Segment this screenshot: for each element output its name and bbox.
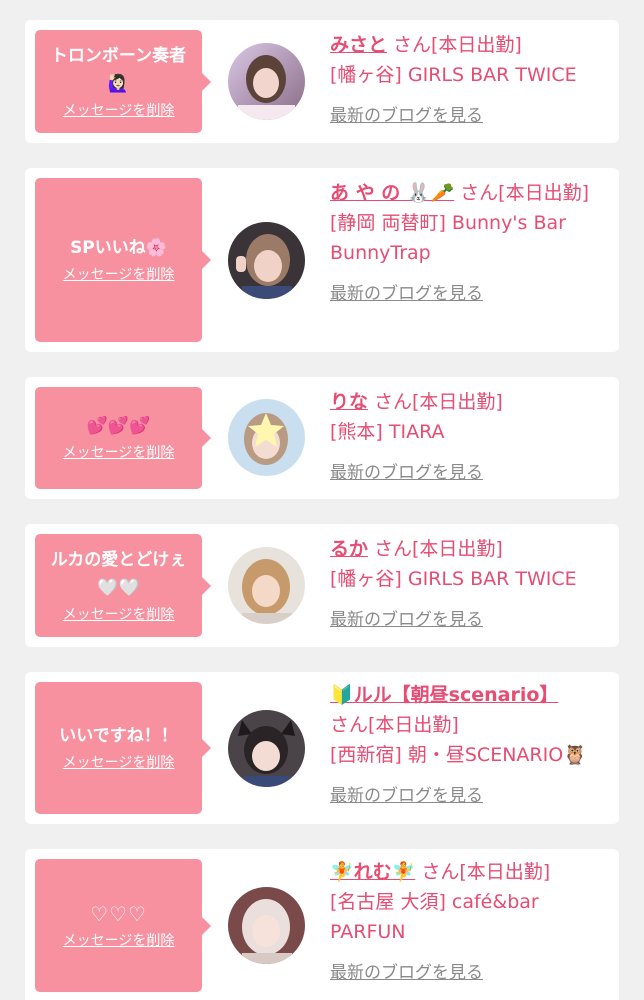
message-emoji: 🤍🤍: [97, 577, 140, 598]
shop-name: [幡ヶ谷] GIRLS BAR TWICE: [330, 64, 577, 86]
cast-status: さん[本日出勤]: [421, 861, 551, 883]
cast-status: さん[本日出勤]: [374, 391, 503, 413]
shop-name: [静岡 両替町] Bunny's Bar BunnyTrap: [330, 212, 566, 264]
delete-message-link[interactable]: メッセージを削除: [63, 442, 175, 464]
latest-blog-link[interactable]: 最新のブログを見る: [330, 279, 600, 309]
latest-blog-link[interactable]: 最新のブログを見る: [330, 781, 600, 811]
cast-name-link[interactable]: りな: [330, 391, 368, 413]
message-text: ルカの愛とどけぇ: [50, 549, 187, 570]
delete-message-link[interactable]: メッセージを削除: [63, 264, 175, 286]
cast-info: 🔰ルル【朝昼scenario】 さん[本日出勤] [西新宿] 朝・昼SCENAR…: [330, 680, 600, 811]
message-card: SPいいね🌸 メッセージを削除 あ や の 🐰🥕 さん[本日出勤] [静岡 両替町…: [25, 168, 619, 352]
message-bubble: トロンボーン奏者 🙋🏻‍♀️ メッセージを削除: [35, 30, 211, 133]
avatar-photo: [228, 399, 305, 476]
avatar[interactable]: [228, 43, 305, 120]
message-text: トロンボーン奏者: [50, 45, 187, 66]
latest-blog-link[interactable]: 最新のブログを見る: [330, 958, 600, 988]
latest-blog-link[interactable]: 最新のブログを見る: [330, 101, 600, 131]
cast-status: さん[本日出勤]: [374, 538, 503, 560]
message-card: 💕💕💕 メッセージを削除 りな さん[本日出勤] [熊本] TIARA 最新のブロ…: [25, 377, 619, 499]
shop-name: [西新宿] 朝・昼SCENARIO🦉: [330, 744, 587, 766]
avatar[interactable]: [228, 222, 305, 299]
cast-info: あ や の 🐰🥕 さん[本日出勤] [静岡 両替町] Bunny's Bar Bu…: [330, 178, 600, 309]
avatar[interactable]: [228, 887, 305, 964]
message-bubble: ルカの愛とどけぇ 🤍🤍 メッセージを削除: [35, 534, 211, 637]
cast-info: みさと さん[本日出勤] [幡ヶ谷] GIRLS BAR TWICE 最新のブログ…: [330, 30, 600, 131]
avatar-photo: [228, 222, 305, 299]
message-bubble: ♡♡♡ メッセージを削除: [35, 859, 211, 992]
message-bubble: 💕💕💕 メッセージを削除: [35, 387, 211, 489]
cast-name-link[interactable]: あ や の 🐰🥕: [330, 182, 454, 204]
message-card: いいですね！！ メッセージを削除 🔰ルル【朝昼scenario】 さん[本日出勤…: [25, 672, 619, 824]
cast-status: さん[本日出勤]: [460, 182, 589, 204]
message-card: ルカの愛とどけぇ 🤍🤍 メッセージを削除 るか さん[本日出勤] [幡ヶ谷] GI…: [25, 524, 619, 647]
message-text: 💕💕💕: [86, 416, 151, 436]
avatar[interactable]: [228, 399, 305, 476]
cast-status: さん[本日出勤]: [330, 714, 459, 736]
cast-info: りな さん[本日出勤] [熊本] TIARA 最新のブログを見る: [330, 387, 600, 488]
latest-blog-link[interactable]: 最新のブログを見る: [330, 458, 600, 488]
delete-message-link[interactable]: メッセージを削除: [63, 752, 175, 774]
shop-name: [名古屋 大須] café&bar PARFUN: [330, 891, 539, 943]
message-card: ♡♡♡ メッセージを削除 🧚れむ🧚 さん[本日出勤] [名古屋 大須] café&…: [25, 849, 619, 1000]
message-card: トロンボーン奏者 🙋🏻‍♀️ メッセージを削除 みさと さん[本日出勤] [幡ヶ谷…: [25, 20, 619, 143]
avatar-photo: [228, 710, 305, 787]
message-emoji: 🙋🏻‍♀️: [107, 73, 130, 94]
message-text: SPいいね🌸: [70, 238, 167, 258]
avatar-photo: [228, 887, 305, 964]
avatar[interactable]: [228, 547, 305, 624]
avatar-photo: [228, 547, 305, 624]
cast-name-link[interactable]: るか: [330, 538, 368, 560]
message-text: いいですね！！: [59, 726, 178, 746]
message-text: ♡♡♡: [90, 901, 147, 926]
cast-name-link[interactable]: 🧚れむ🧚: [330, 861, 415, 883]
avatar-photo: [228, 43, 305, 120]
latest-blog-link[interactable]: 最新のブログを見る: [330, 605, 600, 635]
shop-name: [熊本] TIARA: [330, 421, 445, 443]
shop-name: [幡ヶ谷] GIRLS BAR TWICE: [330, 568, 577, 590]
cast-name-link[interactable]: みさと: [330, 34, 387, 56]
message-bubble: SPいいね🌸 メッセージを削除: [35, 178, 211, 342]
message-bubble: いいですね！！ メッセージを削除: [35, 682, 211, 814]
cast-name-link[interactable]: 🔰ルル【朝昼scenario】: [330, 684, 558, 706]
cast-status: さん[本日出勤]: [393, 34, 522, 56]
avatar[interactable]: [228, 710, 305, 787]
cast-info: 🧚れむ🧚 さん[本日出勤] [名古屋 大須] café&bar PARFUN 最新…: [330, 857, 600, 988]
delete-message-link[interactable]: メッセージを削除: [63, 930, 175, 952]
delete-message-link[interactable]: メッセージを削除: [63, 100, 175, 122]
delete-message-link[interactable]: メッセージを削除: [63, 604, 175, 626]
cast-info: るか さん[本日出勤] [幡ヶ谷] GIRLS BAR TWICE 最新のブログを…: [330, 534, 600, 635]
